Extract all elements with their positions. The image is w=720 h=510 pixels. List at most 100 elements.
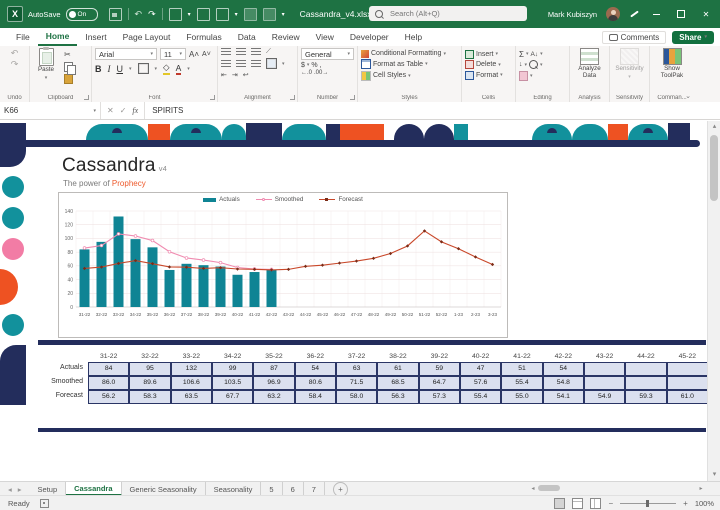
scroll-right-icon[interactable]: ▸ [696,485,706,492]
ribbon-tab-view[interactable]: View [308,28,342,46]
ribbon-tab-developer[interactable]: Developer [342,28,397,46]
chevron-down-icon[interactable]: ▾ [526,51,529,57]
ribbon-tab-file[interactable]: File [8,28,38,46]
horizontal-scroll-thumb[interactable] [538,485,560,491]
grow-font-icon[interactable]: A˄ [189,50,199,59]
orientation-icon[interactable]: ⟋ [266,48,271,56]
ribbon-tab-page-layout[interactable]: Page Layout [115,28,179,46]
table-cell[interactable]: 63.2 [253,390,294,404]
redo-icon[interactable]: ↷ [148,9,156,19]
chevron-down-icon[interactable]: ▾ [525,62,528,68]
decrease-indent-icon[interactable]: ⇤ [221,71,227,79]
font-size-select[interactable]: 11 ▾ [160,48,186,60]
chevron-down-icon[interactable]: ▾ [530,73,533,79]
excel-app-icon[interactable]: X [7,6,23,22]
table-cell[interactable]: 56.3 [377,390,418,404]
table-cell[interactable] [667,376,708,390]
normal-view-icon[interactable] [554,498,565,509]
align-bottom-icon[interactable] [251,48,261,56]
share-button[interactable]: Share ▾ [672,31,714,44]
table-cell[interactable]: 54 [295,362,336,376]
paste-button[interactable]: Paste ▾ [33,48,59,84]
table-cell[interactable]: 64.7 [419,376,460,390]
table-cell[interactable]: 67.7 [212,390,253,404]
clear-icon[interactable] [519,71,528,81]
delete-button[interactable]: Delete▾ [465,60,512,69]
worksheet-area[interactable]: Cassandrav4 The power of Prophecy Actual… [0,121,720,481]
table-cell[interactable]: 71.5 [336,376,377,390]
table-cell[interactable]: 57.3 [419,390,460,404]
align-left-icon[interactable] [221,60,231,68]
chevron-down-icon[interactable]: ▾ [540,51,543,57]
table-cell[interactable]: 55.4 [460,390,501,404]
ribbon-tab-insert[interactable]: Insert [77,28,114,46]
comma-icon[interactable]: , [320,62,322,69]
table-cell[interactable]: 57.6 [460,376,501,390]
pen-icon[interactable] [629,9,639,19]
scroll-up-icon[interactable]: ▴ [708,121,720,133]
chevron-down-icon[interactable]: ▾ [129,66,132,72]
table-cell[interactable]: 54 [543,362,584,376]
close-button[interactable]: ✕ [698,6,714,22]
chevron-down-icon[interactable]: ▾ [540,62,543,68]
fill-icon[interactable]: ↓ [519,61,523,68]
search-input[interactable] [388,8,512,19]
vertical-scrollbar[interactable]: ▴ ▾ [707,121,720,481]
table-cell[interactable]: 68.5 [377,376,418,390]
table-cell[interactable]: 59.3 [625,390,666,404]
document-title[interactable]: Cassandra_v4.xlsx▾ [300,9,378,19]
table-cell[interactable]: 63.5 [171,390,212,404]
comments-button[interactable]: Comments [602,31,667,44]
scroll-left-icon[interactable]: ◂ [528,485,538,492]
sheet-tab-seasonality[interactable]: Seasonality [206,482,262,496]
vertical-scroll-thumb[interactable] [710,135,718,201]
font-name-select[interactable]: Arial ▾ [95,48,157,60]
window-icon[interactable] [244,8,257,21]
ribbon-tab-data[interactable]: Data [230,28,264,46]
table-cell[interactable]: 89.6 [129,376,170,390]
show-toolpak-button[interactable]: Show ToolPak [653,48,691,79]
cell-styles-button[interactable]: Cell Styles▾ [361,71,458,81]
insert-button[interactable]: Insert▾ [465,50,512,59]
bold-button[interactable]: B [95,64,102,74]
chevron-down-icon[interactable]: ▾ [188,11,191,18]
table-cell[interactable]: 103.5 [212,376,253,390]
align-right-icon[interactable] [251,60,261,68]
table-cell[interactable]: 95 [129,362,170,376]
format-button[interactable]: Format▾ [465,71,512,80]
sheet-tab-6[interactable]: 6 [283,482,304,496]
increase-indent-icon[interactable]: ⇥ [232,71,238,79]
table-cell[interactable]: 59 [419,362,460,376]
conditional-formatting-button[interactable]: Conditional Formatting▾ [361,50,458,58]
insert-function-icon[interactable]: fx [132,106,138,115]
increase-decimal-icon[interactable]: ←.0 [301,70,312,76]
name-box[interactable]: K66 ▾ [0,102,101,119]
grid-icon[interactable] [263,8,276,21]
formula-input[interactable]: SPIRITS [145,102,720,119]
table-cell[interactable]: 96.9 [253,376,294,390]
percent-icon[interactable]: % [311,62,317,69]
preview-icon[interactable] [197,8,210,21]
zoom-in-icon[interactable]: + [683,499,688,508]
borders-icon[interactable] [138,63,149,74]
collapse-ribbon-chevron-icon[interactable]: ⌄ [685,92,691,100]
sensitivity-button[interactable]: Sensitivity ▾ [613,48,646,80]
chart-icon[interactable] [216,8,229,21]
table-cell[interactable]: 80.6 [295,376,336,390]
chevron-down-icon[interactable]: ▾ [155,66,158,72]
enter-icon[interactable]: ✓ [120,106,127,115]
sheet-tab-generic-seasonality[interactable]: Generic Seasonality [122,482,206,496]
table-cell[interactable]: 54.8 [543,376,584,390]
table-cell[interactable]: 63 [336,362,377,376]
cancel-icon[interactable]: ✕ [107,106,114,115]
table-cell[interactable] [667,362,708,376]
font-color-icon[interactable]: A [176,63,182,75]
sheet-tab-cassandra[interactable]: Cassandra [66,482,121,496]
page-layout-view-icon[interactable] [572,498,583,509]
maximize-button[interactable] [673,6,689,22]
user-avatar[interactable] [606,7,620,21]
table-cell[interactable]: 56.2 [88,390,129,404]
table-cell[interactable]: 84 [88,362,129,376]
align-top-icon[interactable] [221,48,231,56]
user-name[interactable]: Mark Kubiszyn [548,10,597,19]
